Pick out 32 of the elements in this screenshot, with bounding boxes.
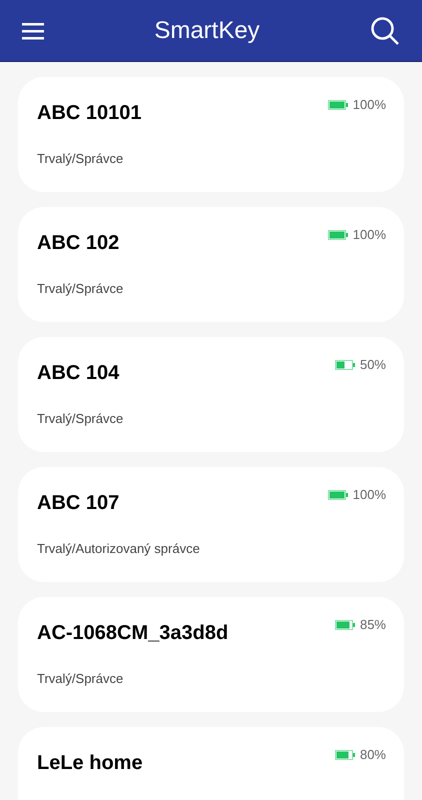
key-name: ABC 10101: [37, 101, 142, 126]
battery-percentage: 80%: [360, 746, 386, 764]
battery-icon: [328, 100, 348, 110]
key-role: Trvalý/Správce: [37, 280, 124, 298]
battery-icon: [334, 620, 355, 630]
battery-icon: [328, 230, 348, 240]
battery-icon: [328, 490, 348, 500]
key-role: Trvalý/Správce: [37, 410, 124, 428]
battery-percentage: 50%: [360, 356, 386, 374]
key-role: Trvalý/Autorizovaný správce: [37, 540, 201, 558]
key-name: LeLe home: [37, 751, 143, 776]
key-card[interactable]: ABC 102 100% Trvalý/Správce: [18, 207, 404, 322]
battery-percentage: 100%: [352, 96, 386, 114]
menu-icon[interactable]: [22, 22, 44, 40]
search-icon[interactable]: [370, 16, 400, 46]
battery-percentage: 85%: [360, 616, 386, 634]
key-card[interactable]: LeLe home 80%: [18, 727, 404, 800]
key-card[interactable]: ABC 10101 100% Trvalý/Správce: [18, 77, 404, 192]
key-role: Trvalý/Správce: [37, 150, 124, 168]
key-card[interactable]: AC-1068CM_3a3d8d 85% Trvalý/Správce: [18, 597, 404, 712]
key-card[interactable]: ABC 104 50% Trvalý/Správce: [18, 337, 404, 452]
app-title: SmartKey: [154, 16, 260, 46]
battery-icon: [334, 750, 355, 760]
key-name: AC-1068CM_3a3d8d: [37, 621, 228, 646]
key-name: ABC 102: [37, 231, 120, 256]
battery-icon: [334, 360, 355, 370]
battery-percentage: 100%: [352, 486, 386, 504]
key-name: ABC 107: [37, 491, 120, 516]
key-card[interactable]: ABC 107 100% Trvalý/Autorizovaný správce: [18, 467, 404, 582]
key-role: Trvalý/Správce: [37, 670, 124, 688]
key-name: ABC 104: [37, 361, 120, 386]
battery-percentage: 100%: [352, 226, 386, 244]
